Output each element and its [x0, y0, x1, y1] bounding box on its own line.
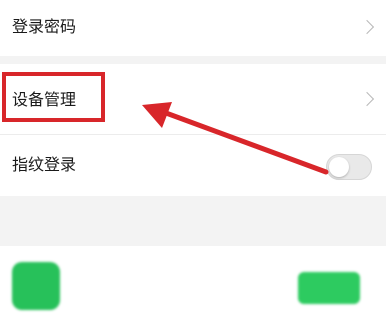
- wechat-icon: [12, 262, 60, 310]
- setting-label-fingerprint-login: 指纹登录: [12, 155, 77, 174]
- chevron-right-icon: [359, 91, 375, 107]
- toggle-knob: [329, 157, 349, 177]
- setting-row-login-password[interactable]: 登录密码: [0, 0, 386, 56]
- chevron-right-icon: [359, 19, 375, 35]
- fingerprint-login-toggle[interactable]: [326, 154, 372, 180]
- authorized-app-action-button[interactable]: [298, 272, 360, 304]
- setting-label-login-password: 登录密码: [12, 17, 77, 36]
- annotation-highlight-box: [2, 72, 105, 122]
